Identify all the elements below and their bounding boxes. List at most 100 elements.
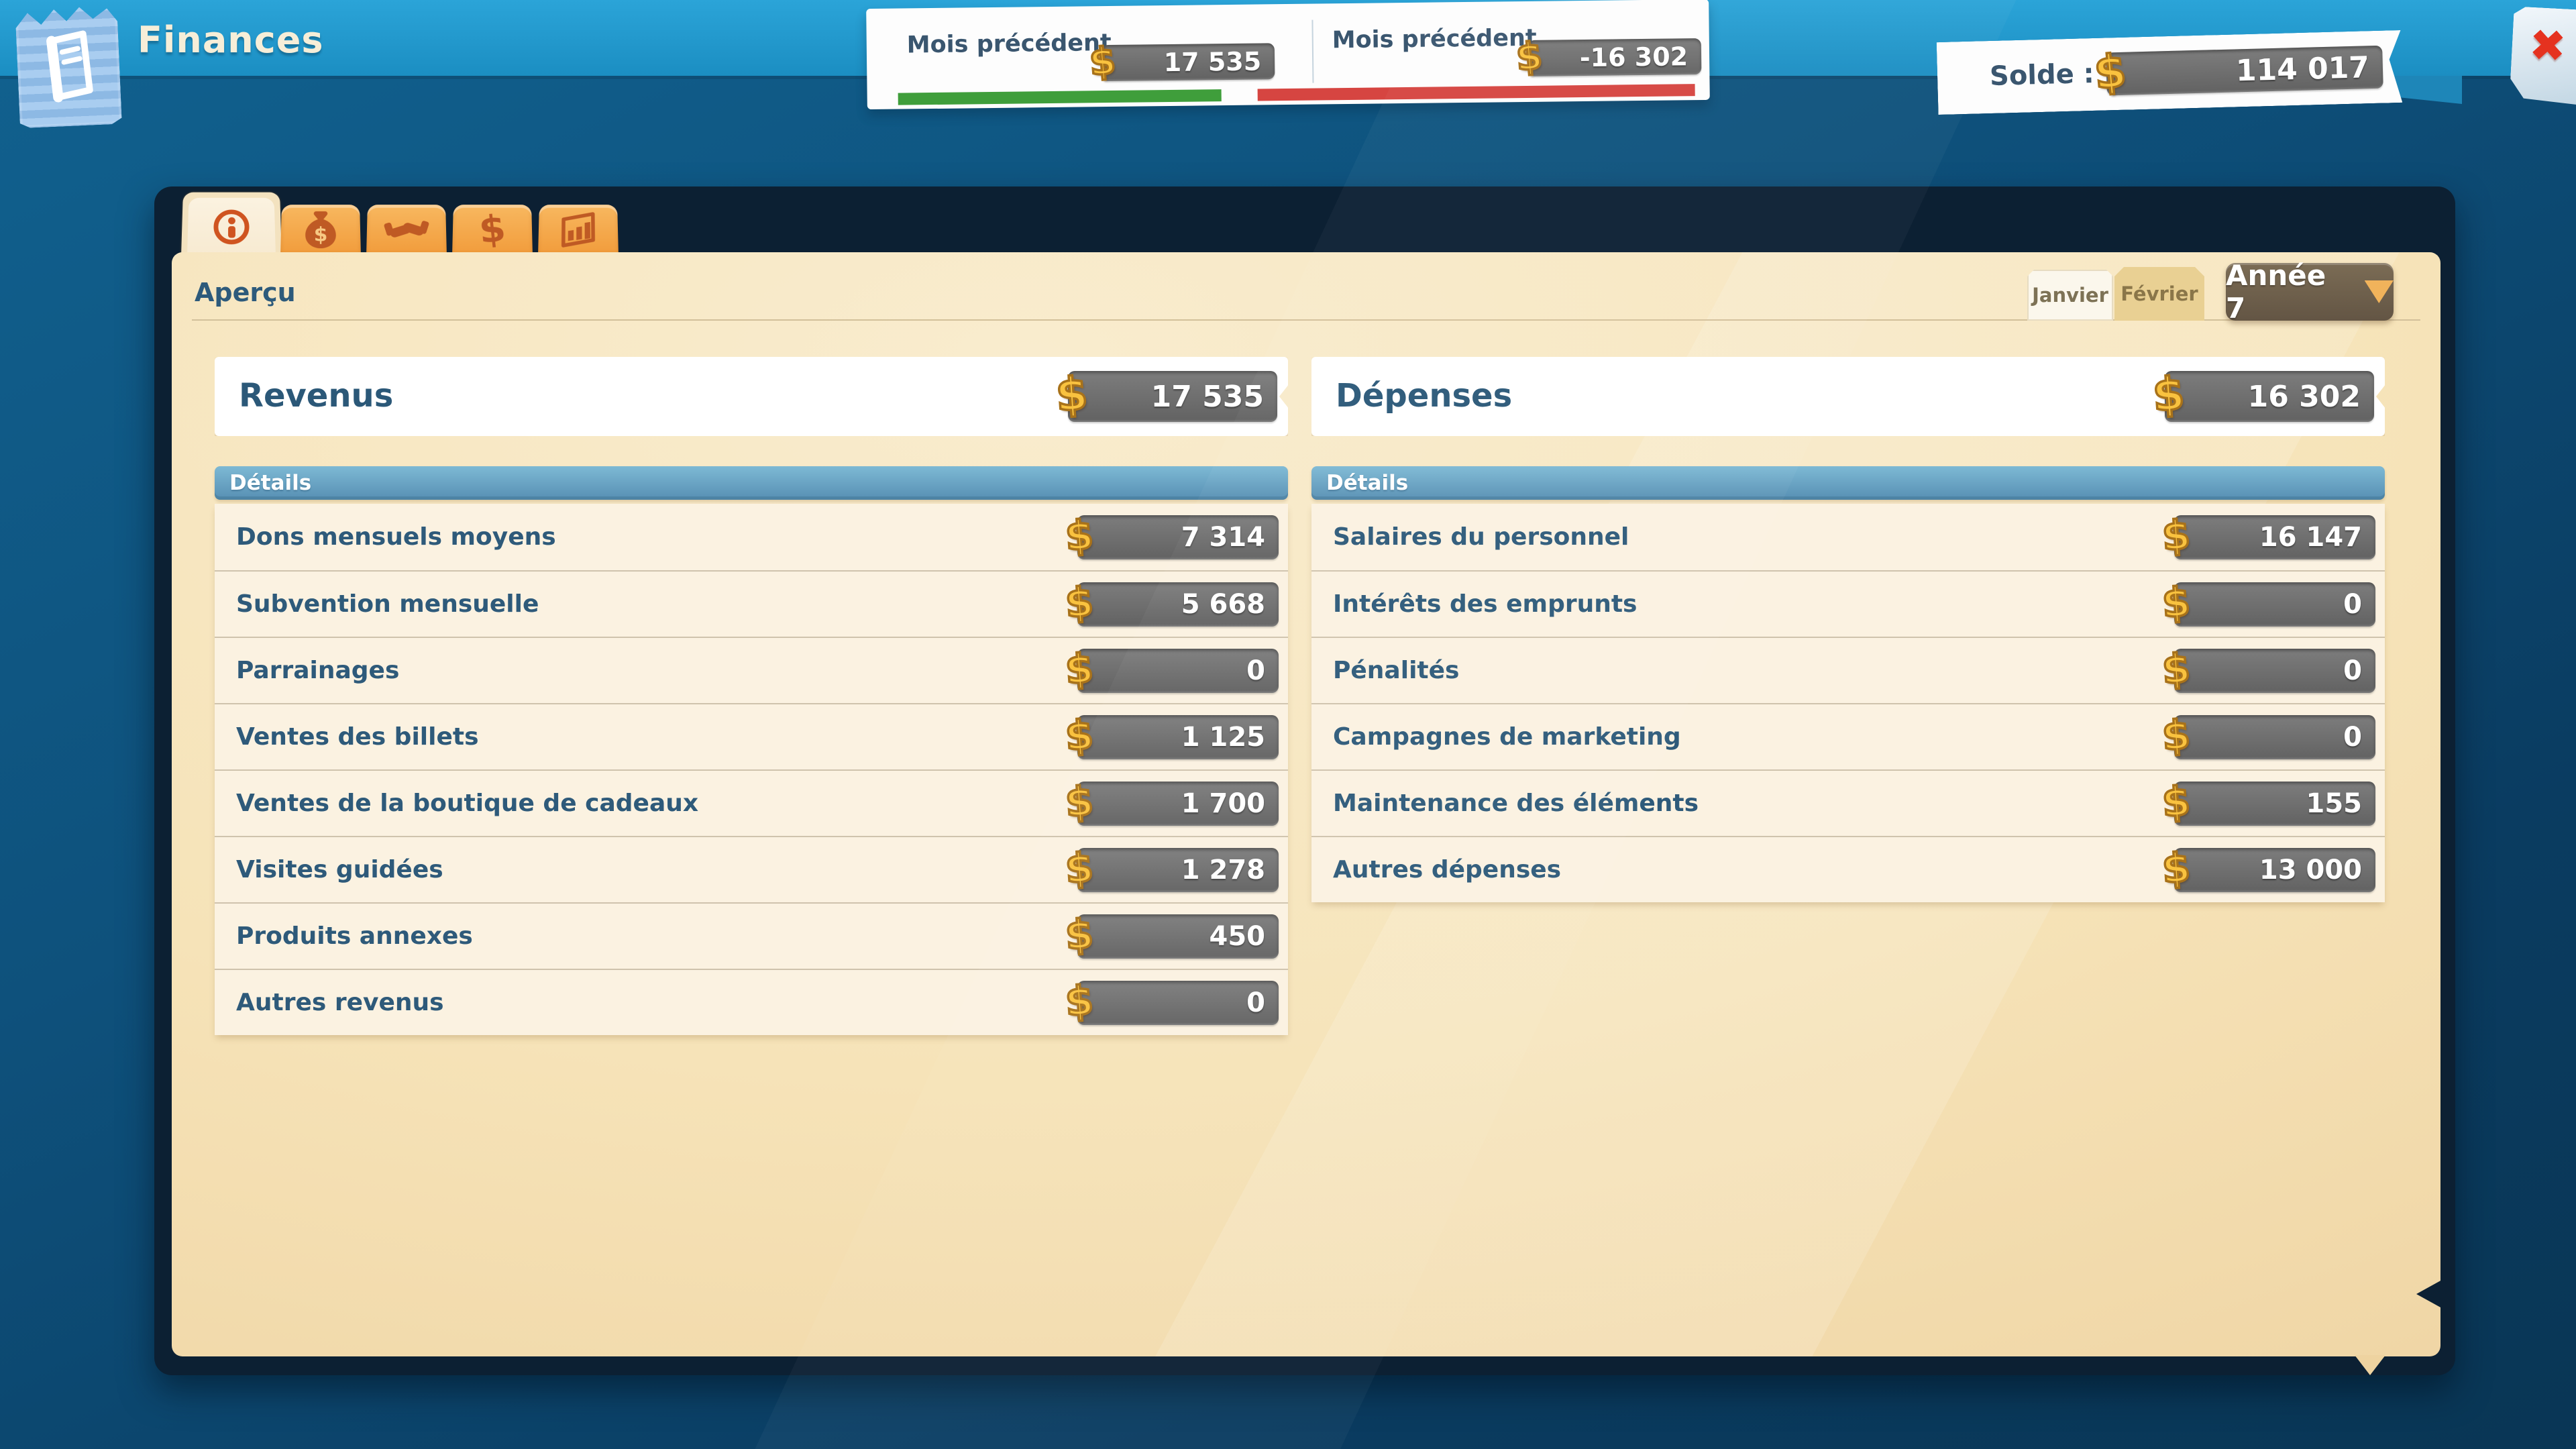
expenses-details-header: Détails: [1311, 466, 2385, 500]
row-label: Autres dépenses: [1333, 856, 1561, 883]
balance-panel: Solde : $ 114 017: [1937, 30, 2403, 115]
amount-pill: $ 1 700: [1077, 782, 1279, 826]
income-title: Revenus: [239, 377, 393, 415]
month-tab-label: Janvier: [2032, 284, 2108, 307]
row-label: Autres revenus: [236, 989, 444, 1016]
month-tab-fevrier[interactable]: Février: [2114, 267, 2204, 321]
table-row: Pénalités $ 0: [1311, 637, 2385, 703]
expense-indicator-bar: [1258, 84, 1695, 101]
table-row: Autres revenus $ 0: [215, 969, 1288, 1035]
table-row: Salaires du personnel $ 16 147: [1311, 504, 2385, 570]
tab-overview[interactable]: [181, 193, 282, 256]
income-rows: Dons mensuels moyens $ 7 314 Subvention …: [215, 504, 1288, 1035]
table-row: Dons mensuels moyens $ 7 314: [215, 504, 1288, 570]
income-total-pill: $ 17 535: [1068, 371, 1277, 422]
amount-value: 7 314: [1181, 522, 1279, 553]
amount-value: 1 700: [1181, 788, 1279, 819]
currency-icon: $: [2161, 578, 2192, 627]
month-tab-janvier[interactable]: Janvier: [2027, 270, 2113, 321]
amount-value: 450: [1210, 921, 1279, 952]
panel-title: Aperçu: [195, 278, 296, 307]
summary-divider: [1311, 20, 1313, 83]
prev-month-income-value: 17 535: [1163, 46, 1275, 77]
amount-pill: $ 16 147: [2174, 515, 2375, 559]
expenses-total-value: 16 302: [2248, 380, 2374, 414]
currency-icon: $: [2092, 44, 2129, 100]
prev-month-expense-pill: $ -16 302: [1528, 38, 1702, 76]
finances-ledger-icon: [15, 2, 122, 128]
amount-value: 0: [1246, 987, 1279, 1018]
month-tab-label: Février: [2121, 282, 2198, 305]
balance-label: Solde :: [1989, 58, 2094, 92]
amount-value: 155: [2306, 788, 2376, 819]
table-row: Intérêts des emprunts $ 0: [1311, 570, 2385, 637]
amount-value: 1 125: [1181, 722, 1279, 753]
tab-statistics[interactable]: [538, 205, 619, 256]
table-row: Maintenance des éléments $ 155: [1311, 769, 2385, 836]
balance-pill: $ 114 017: [2106, 46, 2383, 96]
row-label: Intérêts des emprunts: [1333, 590, 1637, 618]
tab-loans[interactable]: $: [280, 205, 361, 256]
currency-icon: $: [1064, 910, 1095, 959]
expenses-rows: Salaires du personnel $ 16 147 Intérêts …: [1311, 504, 2385, 902]
chevron-down-icon: [2365, 280, 2394, 303]
close-icon: ✖: [2511, 18, 2576, 73]
row-label: Salaires du personnel: [1333, 523, 1629, 551]
table-row: Campagnes de marketing $ 0: [1311, 703, 2385, 769]
amount-pill: $ 1 125: [1077, 715, 1279, 759]
chart-icon: [538, 205, 619, 256]
row-label: Parrainages: [236, 657, 399, 684]
row-label: Ventes des billets: [236, 723, 479, 751]
currency-icon: $: [1064, 645, 1095, 694]
tab-overview-face: [187, 198, 276, 256]
details-label: Détails: [1326, 471, 1408, 495]
handshake-icon: [366, 205, 447, 256]
income-total-value: 17 535: [1151, 380, 1277, 414]
row-label: Subvention mensuelle: [236, 590, 539, 618]
tab-prices[interactable]: $: [452, 205, 533, 256]
previous-month-summary: Mois précédent $ 17 535 Mois précédent $…: [866, 0, 1710, 109]
amount-value: 0: [1246, 655, 1279, 686]
amount-pill: $ 5 668: [1077, 582, 1279, 627]
amount-pill: $ 13 000: [2174, 848, 2375, 892]
currency-icon: $: [1064, 777, 1095, 826]
row-label: Visites guidées: [236, 856, 443, 883]
balance-value: 114 017: [2235, 50, 2383, 88]
money-bag-icon: $: [280, 205, 361, 256]
table-row: Subvention mensuelle $ 5 668: [215, 570, 1288, 637]
row-label: Produits annexes: [236, 922, 473, 950]
overview-panel: Aperçu Janvier Février Année 7 Revenus $…: [172, 252, 2440, 1356]
amount-pill: $ 0: [2174, 649, 2375, 693]
currency-icon: $: [314, 223, 328, 246]
amount-pill: $ 0: [2174, 582, 2375, 627]
expenses-title: Dépenses: [1336, 377, 1512, 415]
year-dropdown[interactable]: Année 7: [2226, 263, 2394, 321]
currency-icon: $: [2161, 645, 2192, 694]
currency-icon: $: [1064, 977, 1095, 1026]
income-indicator-bar: [898, 89, 1222, 105]
amount-value: 13 000: [2259, 855, 2375, 885]
currency-icon: $: [2161, 844, 2192, 893]
row-label: Campagnes de marketing: [1333, 723, 1681, 751]
amount-pill: $ 7 314: [1077, 515, 1279, 559]
tab-sponsorship[interactable]: [366, 205, 447, 256]
currency-icon: $: [1064, 711, 1095, 760]
prev-month-expense-label: Mois précédent: [1332, 25, 1537, 54]
amount-value: 0: [2343, 589, 2375, 620]
game-screen: Finances Mois précédent $ 17 535 Mois pr…: [0, 0, 2576, 1449]
table-row: Visites guidées $ 1 278: [215, 836, 1288, 902]
amount-value: 0: [2343, 722, 2375, 753]
currency-icon: $: [2161, 511, 2192, 560]
amount-pill: $ 1 278: [1077, 848, 1279, 892]
close-button[interactable]: ✖: [2509, 6, 2576, 105]
currency-icon: $: [1064, 844, 1095, 893]
income-details-header: Détails: [215, 466, 1288, 500]
currency-icon: $: [2161, 711, 2192, 760]
amount-value: 5 668: [1181, 589, 1279, 620]
row-label: Ventes de la boutique de cadeaux: [236, 790, 698, 817]
svg-text:$: $: [477, 208, 508, 253]
table-row: Autres dépenses $ 13 000: [1311, 836, 2385, 902]
currency-icon: $: [1088, 39, 1118, 85]
amount-value: 0: [2343, 655, 2375, 686]
currency-icon: $: [2161, 777, 2192, 826]
